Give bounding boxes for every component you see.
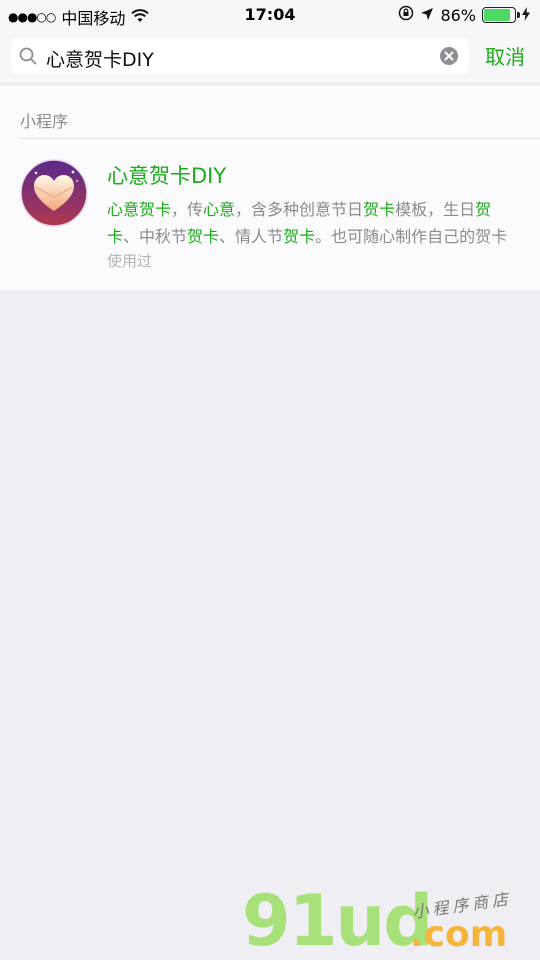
- charging-bolt-icon: [522, 6, 530, 25]
- desc-text: 。也可随心制作自己的贺卡: [315, 227, 508, 246]
- desc-highlight: 贺卡: [187, 227, 220, 246]
- cancel-button[interactable]: 取消: [485, 41, 525, 70]
- battery-icon: [482, 7, 520, 23]
- location-arrow-icon: [420, 6, 434, 25]
- app-avatar-heart-card-icon: [20, 159, 88, 227]
- desc-text: 、中秋节: [123, 227, 188, 246]
- used-before-tag: 使用过: [107, 252, 153, 270]
- section-title-mini-programs: 小程序: [20, 112, 69, 131]
- watermark-main: 91ud: [242, 880, 433, 960]
- desc-highlight: 贺卡: [283, 227, 316, 246]
- app-name: 心意贺卡DIY: [107, 164, 227, 188]
- status-right: 86%: [398, 5, 530, 25]
- search-box[interactable]: 心意贺卡DIY: [11, 38, 469, 74]
- desc-highlight: 贺卡: [363, 200, 396, 219]
- desc-text: 模板，生日: [395, 200, 476, 219]
- desc-text: 、情人节: [219, 227, 284, 246]
- search-input[interactable]: 心意贺卡DIY: [46, 45, 154, 72]
- orientation-lock-icon: [398, 5, 414, 25]
- watermark-logo: 91ud .com 小程序商店: [240, 880, 540, 960]
- app-description: 心意贺卡，传心意，含多种创意节日贺卡模板，生日贺卡、中秋节贺卡、情人节贺卡。也可…: [107, 196, 519, 250]
- result-item-mini-program[interactable]: 心意贺卡DIY 心意贺卡，传心意，含多种创意节日贺卡模板，生日贺卡、中秋节贺卡、…: [0, 139, 540, 289]
- desc-text: ，传: [171, 200, 204, 219]
- clear-search-icon[interactable]: [439, 46, 459, 66]
- search-icon: [19, 47, 37, 65]
- search-header: 心意贺卡DIY 取消: [0, 30, 540, 82]
- desc-text: ，含多种创意节日: [235, 200, 364, 219]
- battery-percent: 86%: [440, 5, 476, 25]
- desc-highlight: 心意贺卡: [107, 200, 172, 219]
- desc-highlight: 心意: [203, 200, 236, 219]
- results-panel: 小程序 心意贺卡DIY 心意贺卡，传心意，含多种创意节日贺卡模板，生日贺卡、中秋…: [0, 86, 540, 290]
- status-bar: ●●●○○ 中国移动 17:04 86%: [0, 0, 540, 30]
